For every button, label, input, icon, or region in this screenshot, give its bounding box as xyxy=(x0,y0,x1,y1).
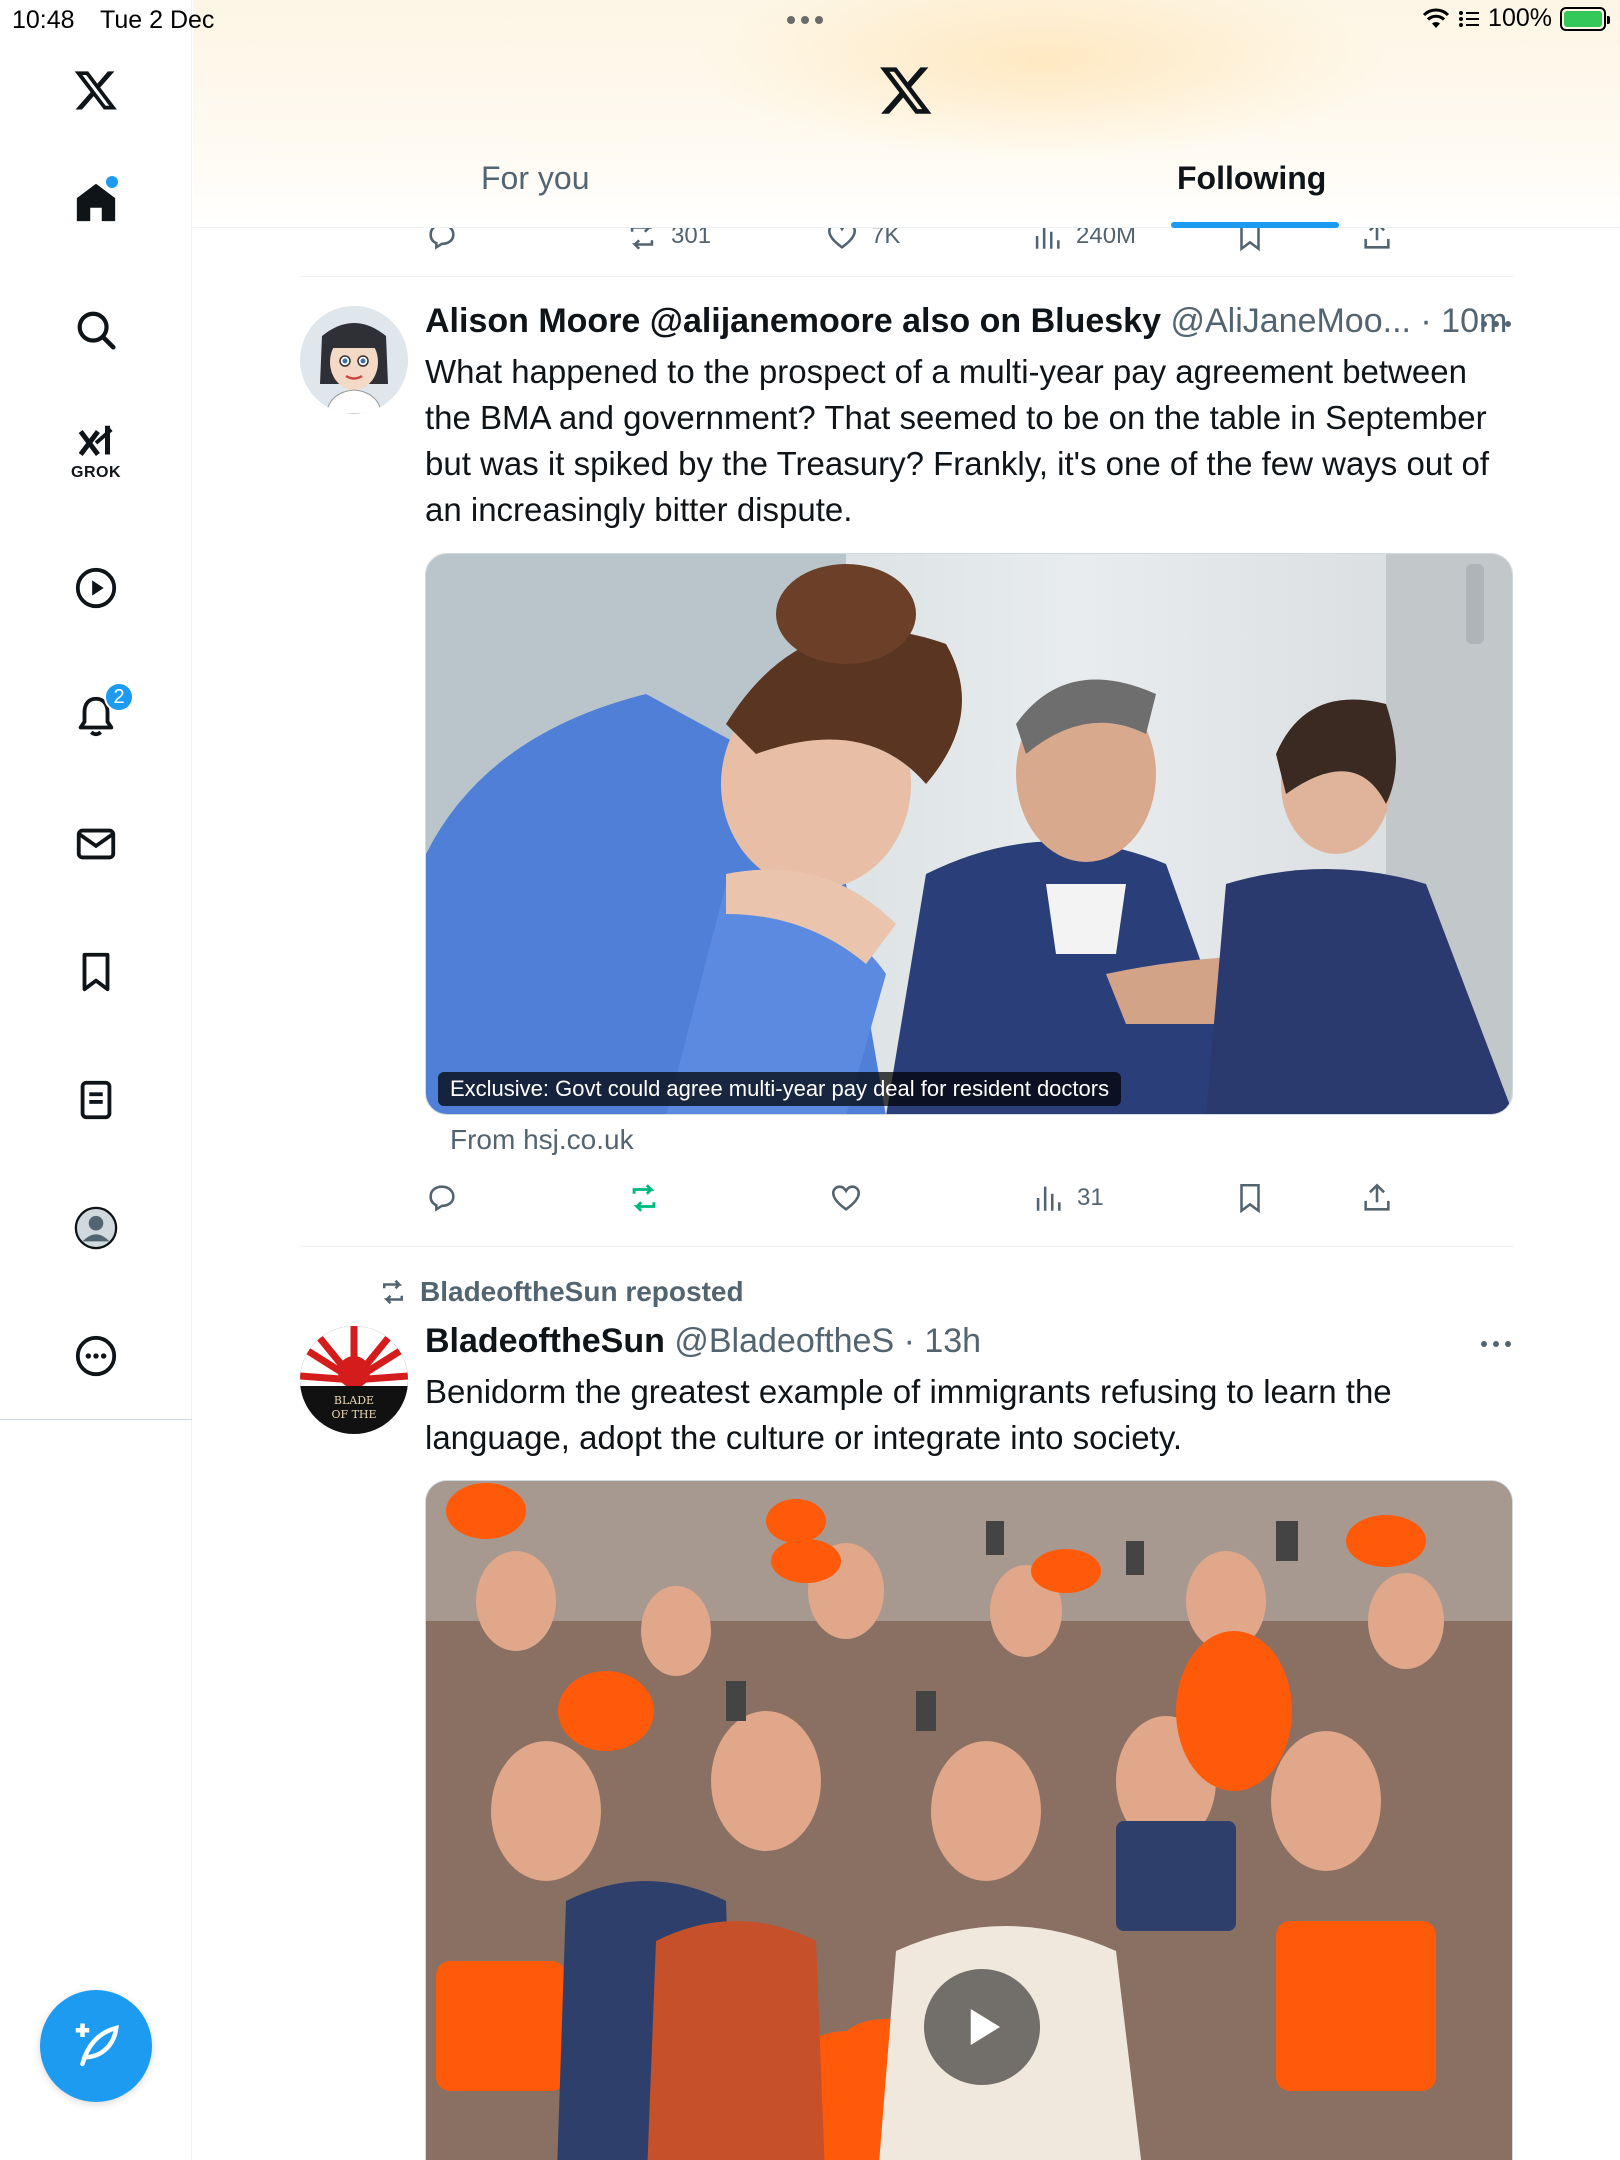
profile-icon[interactable] xyxy=(64,1196,128,1260)
tab-following[interactable]: Following xyxy=(1177,160,1326,197)
tweet-text: Benidorm the greatest example of immigra… xyxy=(425,1373,1392,1456)
avatar[interactable] xyxy=(300,306,408,414)
multitask-dots-icon[interactable] xyxy=(787,16,823,24)
link-card-caption: Exclusive: Govt could agree multi-year p… xyxy=(438,1072,1122,1106)
wifi-icon xyxy=(1422,8,1450,28)
grok-label: GROK xyxy=(71,464,121,481)
more-circle-icon[interactable] xyxy=(64,1324,128,1388)
bookmark-icon[interactable] xyxy=(64,940,128,1004)
author-handle-time[interactable]: @BladeoftheS · 13h xyxy=(674,1322,981,1360)
home-new-dot xyxy=(106,176,118,188)
x-logo-icon[interactable] xyxy=(64,58,128,122)
compose-button[interactable] xyxy=(40,1990,152,2102)
tweet-more-icon[interactable] xyxy=(1478,1338,1514,1350)
home-icon[interactable] xyxy=(64,170,128,234)
compose-feather-icon xyxy=(75,2023,119,2067)
status-right: 100% xyxy=(1422,4,1610,33)
play-button[interactable] xyxy=(924,1969,1040,2085)
tweet-separator xyxy=(300,1246,1514,1247)
avatar-text-1: BLADE xyxy=(334,1394,374,1407)
reposted-by-label[interactable]: BladeoftheSun reposted xyxy=(420,1276,744,1308)
tweet-actions: 31 xyxy=(425,1176,1515,1220)
notifications-badge: 2 xyxy=(104,682,134,712)
battery-percent: 100% xyxy=(1488,4,1552,32)
repost-icon xyxy=(383,1279,403,1305)
link-card-image[interactable]: Exclusive: Govt could agree multi-year p… xyxy=(425,553,1513,1115)
grok-icon[interactable]: GROK xyxy=(64,420,128,484)
avatar[interactable]: BLADE OF THE xyxy=(300,1326,408,1434)
status-time: 10:48 xyxy=(12,6,75,34)
views-count: 31 xyxy=(1077,1184,1104,1211)
avatar-text-2: OF THE xyxy=(331,1408,376,1421)
repost-context: BladeoftheSun reposted xyxy=(378,1276,744,1308)
reply-button[interactable] xyxy=(425,1176,459,1220)
status-bar: 10:48 Tue 2 Dec 100% xyxy=(0,0,1620,40)
video-icon[interactable] xyxy=(64,556,128,620)
author-name[interactable]: Alison Moore @alijanemoore also on Blues… xyxy=(425,302,1161,340)
focus-list-icon xyxy=(1459,10,1480,27)
tweet-text: What happened to the prospect of a multi… xyxy=(425,353,1490,528)
link-card-source[interactable]: From hsj.co.uk xyxy=(450,1124,634,1156)
views-button[interactable]: 31 xyxy=(1031,1176,1104,1220)
tweet-separator xyxy=(300,276,1514,277)
tweet-more-icon[interactable] xyxy=(1478,318,1514,330)
tab-active-indicator xyxy=(1171,222,1339,228)
battery-icon xyxy=(1560,6,1610,31)
play-icon xyxy=(970,2009,1000,2045)
status-date: Tue 2 Dec xyxy=(100,6,215,34)
list-icon[interactable] xyxy=(64,1068,128,1132)
video-player[interactable] xyxy=(425,1480,1513,2160)
tweet-header: Alison Moore @alijanemoore also on Blues… xyxy=(425,302,1507,341)
share-button[interactable] xyxy=(1360,1176,1394,1220)
x-logo-icon[interactable] xyxy=(878,62,934,118)
author-name[interactable]: BladeoftheSun xyxy=(425,1322,665,1360)
sidebar-divider xyxy=(0,1419,192,1420)
tweet-header: BladeoftheSun @BladeoftheS · 13h xyxy=(425,1322,981,1361)
tab-for-you[interactable]: For you xyxy=(481,160,589,197)
bookmark-button[interactable] xyxy=(1233,1176,1267,1220)
author-handle-time[interactable]: @AliJaneMoo... · 10m xyxy=(1170,302,1507,340)
bell-icon[interactable]: 2 xyxy=(64,682,134,748)
search-icon[interactable] xyxy=(64,298,128,362)
sidebar: GROK 2 xyxy=(0,0,192,2160)
mail-icon[interactable] xyxy=(64,812,128,876)
repost-button[interactable] xyxy=(627,1176,661,1220)
like-button[interactable] xyxy=(829,1176,863,1220)
doctors-photo xyxy=(426,554,1512,1114)
